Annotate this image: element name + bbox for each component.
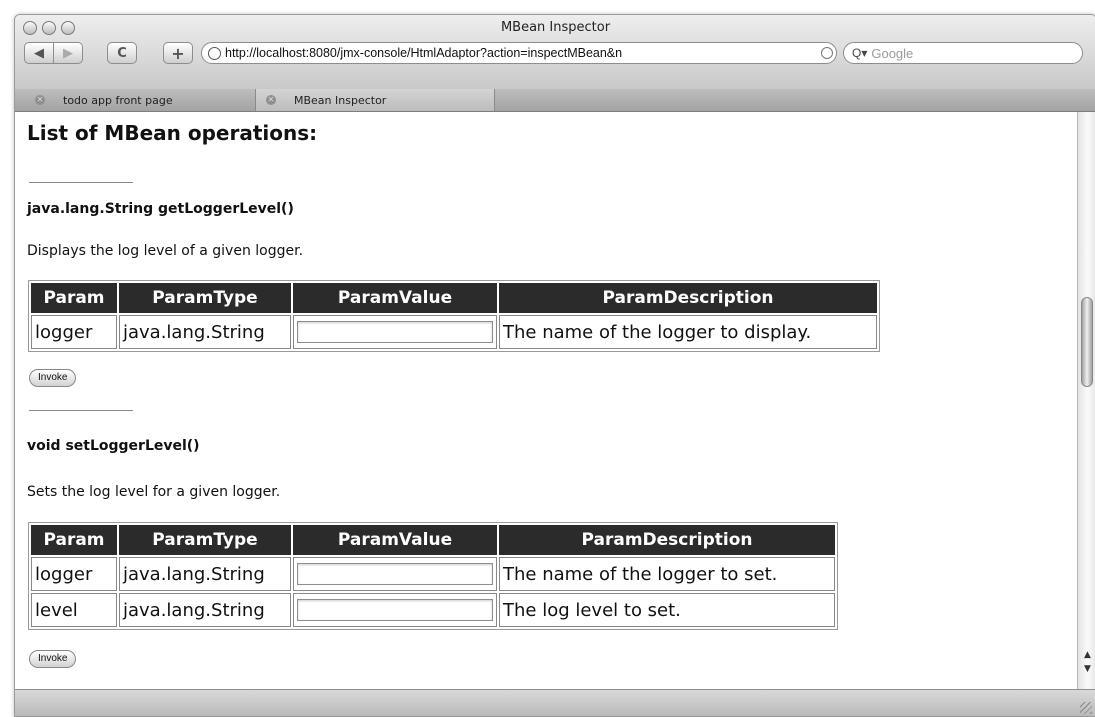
operation-params-table: Param ParamType ParamValue ParamDescript… <box>28 522 838 630</box>
close-tab-icon[interactable]: ✕ <box>35 95 45 105</box>
param-value-input[interactable] <box>297 563 493 585</box>
operation-description: Sets the log level for a given logger. <box>27 484 281 500</box>
page-content: List of MBean operations: java.lang.Stri… <box>15 112 1075 689</box>
snapback-icon[interactable] <box>821 47 833 59</box>
window-title: MBean Inspector <box>500 20 611 35</box>
column-header: Param <box>31 283 117 313</box>
column-header: ParamType <box>119 283 291 313</box>
param-value-cell <box>293 315 497 349</box>
back-button[interactable]: ◀ <box>24 42 54 64</box>
search-icon: Q▾ <box>852 46 868 60</box>
table-header-row: Param ParamType ParamValue ParamDescript… <box>31 283 877 313</box>
resize-grip-icon[interactable] <box>1080 702 1092 714</box>
tab-label: todo app front page <box>63 93 173 107</box>
vertical-scrollbar[interactable]: ▲ ▼ <box>1077 112 1095 689</box>
scrollbar-thumb[interactable] <box>1081 297 1093 387</box>
table-row: level java.lang.String The log level to … <box>31 593 835 627</box>
url-text: http://localhost:8080/jmx-console/HtmlAd… <box>225 46 623 60</box>
tab-bar: ✕ todo app front page ✕ MBean Inspector <box>15 89 1095 112</box>
scroll-up-icon[interactable]: ▲ <box>1078 649 1095 662</box>
tab-mbean-inspector[interactable]: ✕ MBean Inspector <box>255 89 495 111</box>
column-header: ParamValue <box>293 525 497 555</box>
tab-label: MBean Inspector <box>294 93 387 107</box>
invoke-button[interactable]: Invoke <box>29 369 77 387</box>
param-name: logger <box>31 315 117 349</box>
search-placeholder: Google <box>871 45 914 61</box>
param-description: The name of the logger to set. <box>499 557 835 591</box>
column-header: ParamType <box>119 525 291 555</box>
browser-window: MBean Inspector ◀ ▶ C + http://localhost… <box>14 14 1095 717</box>
plus-icon: + <box>171 43 185 63</box>
address-bar[interactable]: http://localhost:8080/jmx-console/HtmlAd… <box>201 42 837 64</box>
param-description: The log level to set. <box>499 593 835 627</box>
param-name: logger <box>31 557 117 591</box>
title-bar: MBean Inspector ◀ ▶ C + http://localhost… <box>15 15 1095 90</box>
forward-arrow-icon: ▶ <box>63 45 73 61</box>
column-header: ParamDescription <box>499 283 877 313</box>
globe-icon <box>208 46 221 60</box>
invoke-button[interactable]: Invoke <box>29 650 77 668</box>
divider <box>29 410 133 411</box>
operation-description: Displays the log level of a given logger… <box>27 243 304 259</box>
column-header: ParamDescription <box>499 525 835 555</box>
reload-icon: C <box>117 45 127 61</box>
page-heading: List of MBean operations: <box>27 121 318 145</box>
param-name: level <box>31 593 117 627</box>
back-arrow-icon: ◀ <box>34 45 44 61</box>
add-bookmark-button[interactable]: + <box>163 42 193 64</box>
scroll-down-icon[interactable]: ▼ <box>1078 663 1095 676</box>
close-tab-icon[interactable]: ✕ <box>266 95 276 105</box>
forward-button[interactable]: ▶ <box>53 42 83 64</box>
param-type: java.lang.String <box>119 315 291 349</box>
tab-todo-app[interactable]: ✕ todo app front page <box>35 89 255 111</box>
param-description: The name of the logger to display. <box>499 315 877 349</box>
param-type: java.lang.String <box>119 557 291 591</box>
search-field[interactable]: Q▾ Google <box>843 42 1083 64</box>
operation-params-table: Param ParamType ParamValue ParamDescript… <box>28 280 880 352</box>
divider <box>29 182 133 183</box>
operation-signature: void setLoggerLevel() <box>27 438 200 454</box>
param-value-input[interactable] <box>297 321 493 343</box>
param-value-input[interactable] <box>297 599 493 621</box>
column-header: ParamValue <box>293 283 497 313</box>
table-row: logger java.lang.String The name of the … <box>31 315 877 349</box>
param-type: java.lang.String <box>119 593 291 627</box>
param-value-cell <box>293 593 497 627</box>
table-row: logger java.lang.String The name of the … <box>31 557 835 591</box>
column-header: Param <box>31 525 117 555</box>
status-bar <box>15 689 1095 716</box>
reload-button[interactable]: C <box>107 42 137 64</box>
table-header-row: Param ParamType ParamValue ParamDescript… <box>31 525 835 555</box>
param-value-cell <box>293 557 497 591</box>
operation-signature: java.lang.String getLoggerLevel() <box>27 201 294 217</box>
